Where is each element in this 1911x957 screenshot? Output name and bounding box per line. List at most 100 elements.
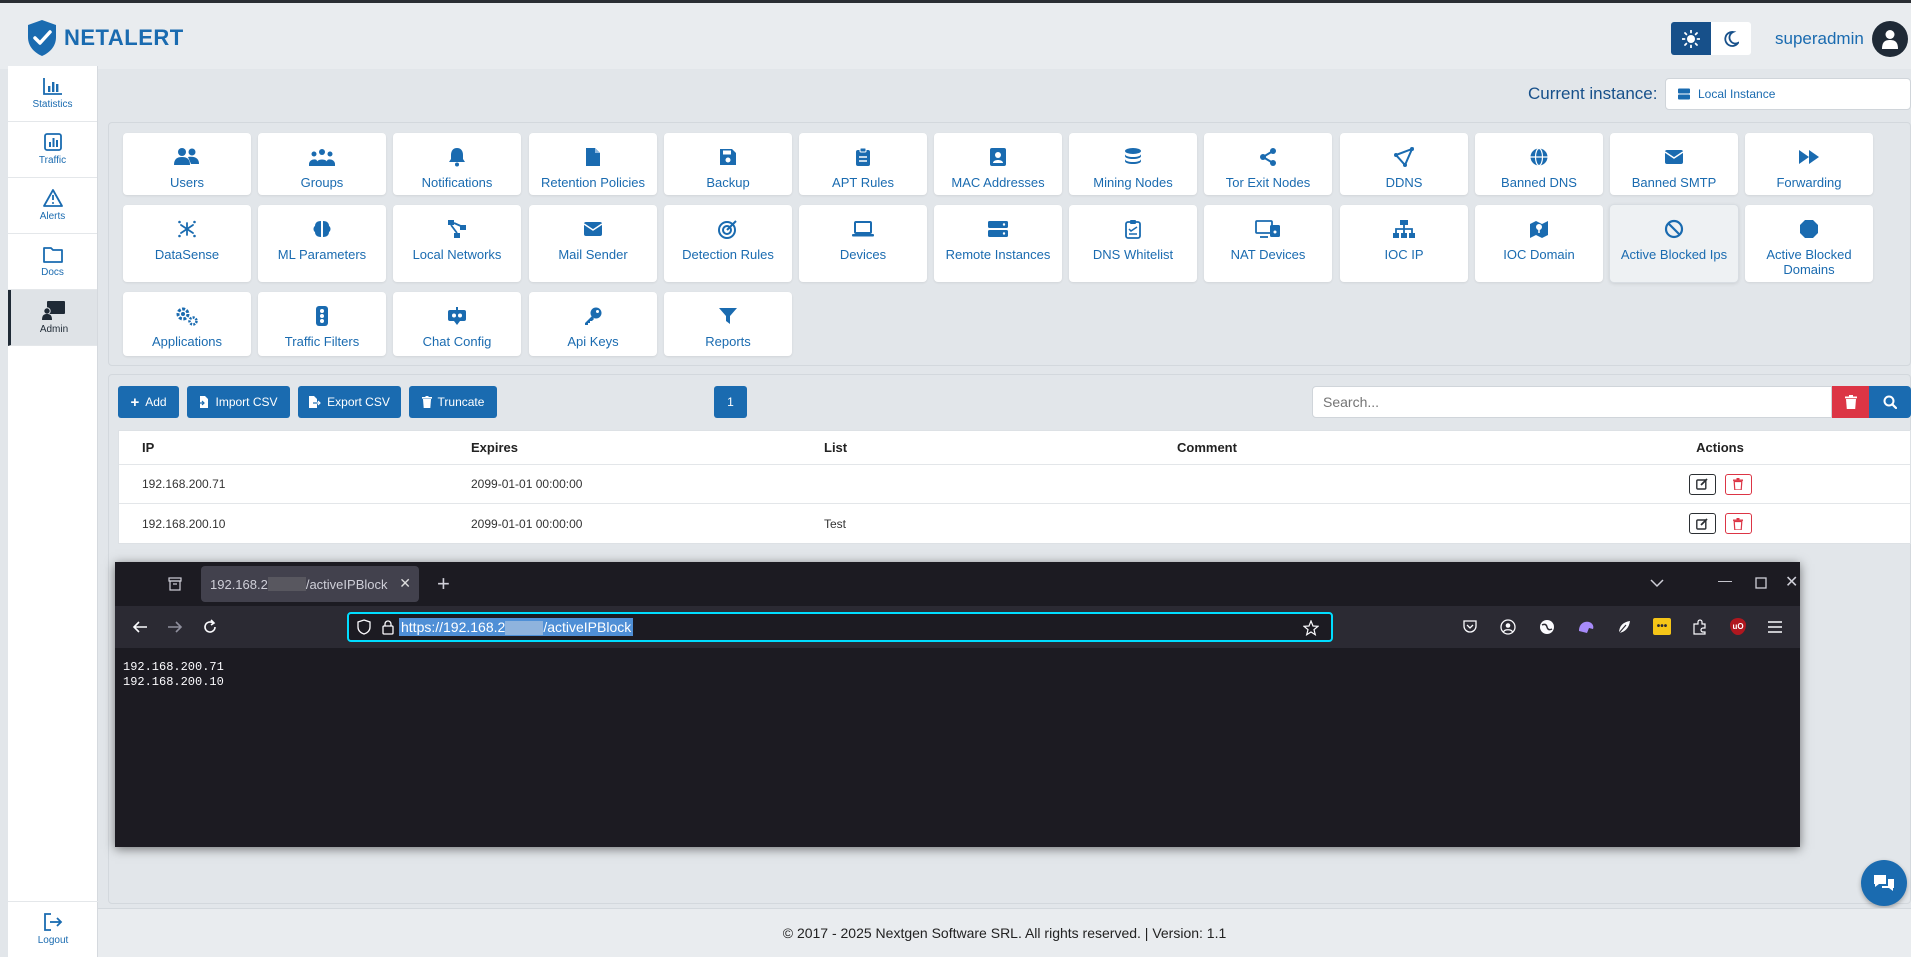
tile-groups[interactable]: Groups (258, 133, 386, 195)
delete-button[interactable] (1724, 473, 1752, 495)
delete-button[interactable] (1724, 513, 1752, 534)
chat-button[interactable] (1861, 860, 1907, 906)
chevron-down-icon[interactable] (1650, 578, 1664, 588)
pocket-icon[interactable] (1462, 619, 1478, 635)
star-icon[interactable] (1303, 620, 1319, 636)
light-theme-button[interactable] (1671, 22, 1711, 55)
close-tab-icon[interactable]: ✕ (399, 575, 411, 592)
ublock-icon[interactable]: uO (1730, 618, 1746, 635)
column-comment[interactable]: Comment (1177, 440, 1530, 455)
tile-apt-rules[interactable]: APT Rules (799, 133, 927, 195)
tile-nat-devices[interactable]: NAT Devices (1204, 205, 1332, 282)
search-button[interactable] (1869, 386, 1911, 418)
sidebar-item-statistics[interactable]: Statistics (8, 66, 97, 122)
extensions-puzzle-icon[interactable] (1692, 619, 1708, 635)
column-expires[interactable]: Expires (471, 440, 824, 455)
table-row: 192.168.200.10 2099-01-01 00:00:00 Test (119, 504, 1910, 543)
trash-icon (1733, 517, 1743, 530)
extension-leaf-icon[interactable] (1616, 619, 1632, 635)
tile-dns-whitelist[interactable]: DNS Whitelist (1069, 205, 1197, 282)
column-actions: Actions (1696, 440, 1744, 455)
tile-ioc-domain[interactable]: IOC Domain (1475, 205, 1603, 282)
target-icon (718, 217, 738, 241)
tile-active-blocked-domains[interactable]: Active Blocked Domains (1745, 205, 1873, 282)
maximize-icon[interactable] (1755, 577, 1767, 589)
address-bar[interactable]: https://192.168.2/activeIPBlock (347, 612, 1333, 642)
instance-select[interactable]: Local Instance (1665, 78, 1911, 110)
add-button[interactable]: + Add (118, 386, 179, 418)
tile-local-networks[interactable]: Local Networks (393, 205, 521, 282)
edit-button[interactable] (1688, 473, 1716, 495)
tile-applications[interactable]: Applications (123, 292, 251, 356)
search-input[interactable] (1312, 386, 1832, 418)
export-csv-button[interactable]: Export CSV (298, 386, 401, 418)
back-arrow-icon[interactable] (132, 619, 148, 635)
column-list[interactable]: List (824, 440, 1177, 455)
shield-icon (357, 619, 371, 635)
new-tab-icon[interactable]: + (437, 571, 450, 597)
tile-remote-instances[interactable]: Remote Instances (934, 205, 1062, 282)
tile-retention-policies[interactable]: Retention Policies (529, 133, 657, 195)
sidebar-item-admin[interactable]: Admin (8, 290, 97, 346)
extension-purple-icon[interactable] (1577, 619, 1595, 635)
sun-icon (1682, 29, 1700, 48)
tile-ml-parameters[interactable]: ML Parameters (258, 205, 386, 282)
tile-label: IOC IP (1384, 247, 1424, 262)
account-icon[interactable] (1500, 619, 1516, 635)
tile-notifications[interactable]: Notifications (393, 133, 521, 195)
tile-ioc-ip[interactable]: IOC IP (1340, 205, 1468, 282)
tile-active-blocked-ips[interactable]: Active Blocked Ips (1610, 205, 1738, 282)
tile-mining-nodes[interactable]: Mining Nodes (1069, 133, 1197, 195)
tile-datasense[interactable]: DataSense (123, 205, 251, 282)
tile-label: Applications (151, 334, 223, 349)
username[interactable]: superadmin (1775, 29, 1864, 49)
tile-banned-smtp[interactable]: Banned SMTP (1610, 133, 1738, 195)
column-ip[interactable]: IP (119, 440, 471, 455)
minimize-icon[interactable]: — (1718, 572, 1732, 588)
tile-mail-sender[interactable]: Mail Sender (529, 205, 657, 282)
tile-forwarding[interactable]: Forwarding (1745, 133, 1873, 195)
tile-traffic-filters[interactable]: Traffic Filters (258, 292, 386, 356)
tile-detection-rules[interactable]: Detection Rules (664, 205, 792, 282)
sidebar-item-traffic[interactable]: Traffic (8, 122, 97, 178)
browser-tab-bar: 192.168.2 /activeIPBlock ✕ + — ✕ (115, 562, 1800, 606)
extension-globe-icon[interactable] (1539, 619, 1555, 635)
folder-icon (42, 246, 63, 263)
edit-button[interactable] (1688, 513, 1716, 534)
tile-users[interactable]: Users (123, 133, 251, 195)
menu-icon[interactable] (1767, 620, 1783, 634)
instance-value: Local Instance (1698, 87, 1776, 101)
extension-yellow-icon[interactable]: ••• (1653, 618, 1671, 635)
forward-arrow-icon[interactable] (167, 619, 183, 635)
tile-reports[interactable]: Reports (664, 292, 792, 356)
tile-mac-addresses[interactable]: MAC Addresses (934, 133, 1062, 195)
tile-api-keys[interactable]: Api Keys (529, 292, 657, 356)
import-csv-button[interactable]: Import CSV (187, 386, 290, 418)
browser-tab[interactable]: 192.168.2 /activeIPBlock ✕ (201, 566, 419, 602)
clear-search-button[interactable] (1832, 386, 1869, 418)
reload-icon[interactable] (202, 619, 218, 635)
tile-ddns[interactable]: DDNS (1340, 133, 1468, 195)
tile-label: Mail Sender (558, 247, 628, 262)
tile-banned-dns[interactable]: Banned DNS (1475, 133, 1603, 195)
logo[interactable]: NETALERT (26, 19, 184, 57)
theme-toggle (1671, 22, 1751, 55)
dark-theme-button[interactable] (1711, 22, 1751, 55)
sidebar-item-docs[interactable]: Docs (8, 234, 97, 290)
logout-button[interactable]: Logout (8, 901, 98, 957)
avatar[interactable] (1872, 21, 1908, 57)
pagination-page-1[interactable]: 1 (714, 386, 747, 418)
tab-list-icon[interactable] (167, 576, 183, 592)
close-window-icon[interactable]: ✕ (1785, 572, 1798, 592)
tab-title-prefix: 192.168.2 (210, 576, 268, 592)
sidebar-item-alerts[interactable]: Alerts (8, 178, 97, 234)
tile-backup[interactable]: Backup (664, 133, 792, 195)
tile-chat-config[interactable]: Chat Config (393, 292, 521, 356)
tile-label: Api Keys (567, 334, 619, 349)
logout-icon (44, 913, 63, 931)
traffic-light-icon (315, 304, 329, 328)
tile-devices[interactable]: Devices (799, 205, 927, 282)
tile-label: Chat Config (422, 334, 492, 349)
truncate-button[interactable]: Truncate (409, 386, 497, 418)
tile-tor-exit-nodes[interactable]: Tor Exit Nodes (1204, 133, 1332, 195)
